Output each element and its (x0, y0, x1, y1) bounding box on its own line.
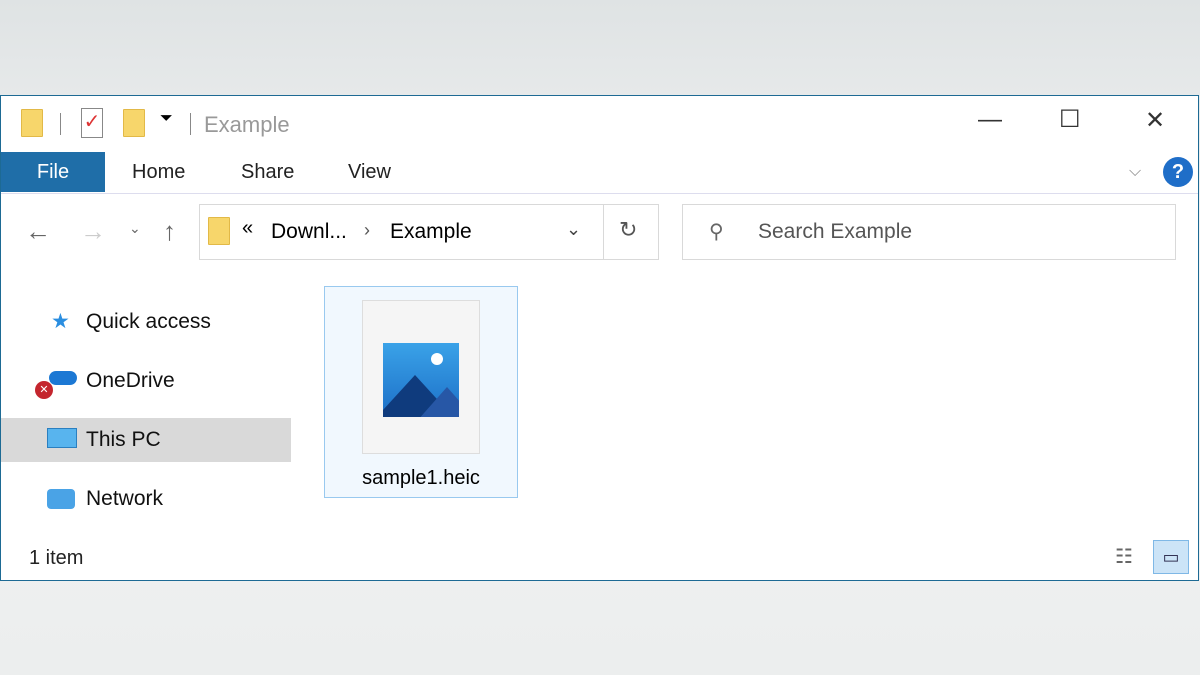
network-icon (47, 489, 75, 509)
customize-toolbar-icon[interactable]: ⏷ (160, 110, 173, 128)
properties-icon[interactable]: ✓ (81, 108, 103, 138)
sidebar-item-quick-access[interactable]: ★ Quick access (1, 300, 291, 344)
up-button[interactable]: ↑ (163, 216, 176, 247)
search-icon: ⚲ (709, 221, 724, 243)
recent-locations-icon[interactable]: ⌄ (129, 220, 141, 237)
computer-icon (47, 428, 77, 448)
expand-ribbon-icon[interactable]: ⌵ (1129, 152, 1141, 192)
folder-icon (208, 217, 230, 245)
search-box[interactable]: ⚲ Search Example (682, 204, 1176, 260)
overflow-chevron[interactable]: « (242, 217, 253, 240)
refresh-icon[interactable]: ↻ (619, 217, 637, 243)
breadcrumb-example[interactable]: Example (390, 220, 472, 244)
breadcrumb-downloads[interactable]: Downl... (271, 220, 347, 244)
close-button[interactable]: ✕ (1145, 106, 1165, 135)
file-explorer-window: ✓ ⏷ Example — ☐ ✕ File Home Share View ⌵… (0, 95, 1199, 581)
details-view-button[interactable]: ☷ (1115, 544, 1133, 569)
new-folder-icon[interactable] (123, 109, 145, 137)
file-image-icon (362, 300, 480, 454)
file-name: sample1.heic (362, 467, 480, 489)
help-icon[interactable]: ? (1163, 157, 1193, 187)
minimize-button[interactable]: — (978, 106, 1002, 134)
folder-icon (21, 109, 43, 137)
window-title: Example (204, 112, 290, 137)
status-item-count: 1 item (29, 547, 84, 569)
star-icon: ★ (51, 310, 70, 333)
tab-view[interactable]: View (348, 152, 391, 192)
sidebar-item-this-pc[interactable]: This PC (1, 418, 291, 462)
divider (60, 113, 61, 135)
address-bar[interactable]: « Downl... › Example ⌄ ↻ (199, 204, 659, 260)
maximize-button[interactable]: ☐ (1059, 105, 1081, 134)
breadcrumb-separator: › (364, 220, 370, 240)
error-badge-icon: ✕ (35, 381, 53, 399)
tab-share[interactable]: Share (241, 152, 294, 192)
cloud-icon (49, 371, 77, 385)
tab-file[interactable]: File (1, 152, 105, 192)
back-button[interactable]: ← (25, 216, 51, 247)
file-item[interactable]: sample1.heic (324, 286, 518, 498)
tab-home[interactable]: Home (132, 152, 185, 192)
search-input[interactable]: Search Example (758, 220, 912, 244)
address-dropdown-icon[interactable]: ⌄ (566, 219, 581, 240)
forward-button[interactable]: → (80, 216, 106, 247)
navigation-pane: ★ Quick access ✕ OneDrive This PC Network (1, 286, 296, 536)
sidebar-item-network[interactable]: Network (1, 477, 291, 521)
large-icons-view-button[interactable]: ▭ (1153, 540, 1189, 574)
ribbon: File Home Share View ⌵ ? (1, 152, 1198, 194)
divider (190, 113, 191, 135)
sidebar-item-onedrive[interactable]: ✕ OneDrive (1, 359, 291, 403)
